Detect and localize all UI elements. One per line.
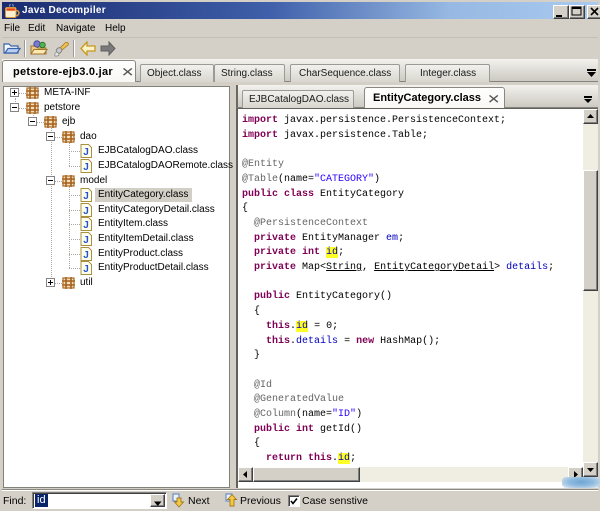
svg-text:J: J xyxy=(83,191,89,202)
svg-text:J: J xyxy=(83,162,89,173)
svg-text:J: J xyxy=(83,250,89,261)
svg-text:J: J xyxy=(83,206,89,217)
svg-text:J: J xyxy=(83,220,89,231)
svg-text:J: J xyxy=(83,264,89,275)
svg-text:J: J xyxy=(83,235,89,246)
svg-text:J: J xyxy=(83,147,89,158)
